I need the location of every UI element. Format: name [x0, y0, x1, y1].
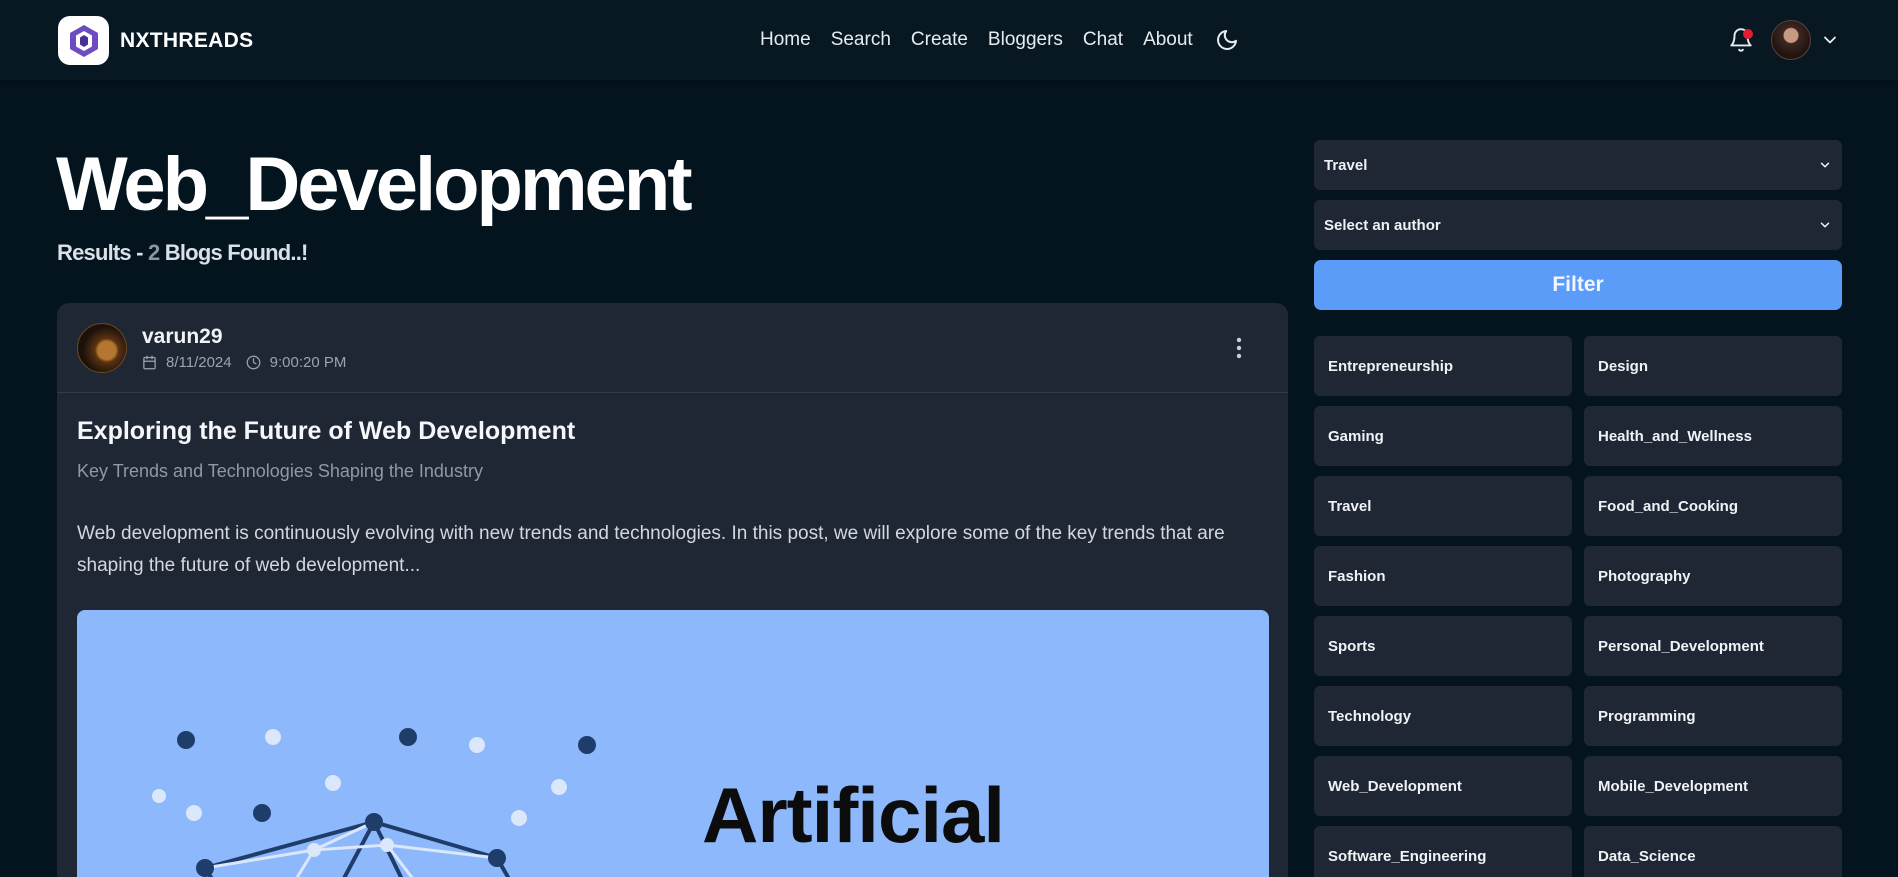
cover-image-text: Artificial [702, 771, 1005, 859]
category-gaming[interactable]: Gaming [1314, 406, 1572, 466]
nav-create[interactable]: Create [911, 29, 968, 51]
logo-icon [58, 16, 109, 65]
blog-card: varun29 8/11/2024 9:00:20 PM Exploring t… [57, 303, 1288, 877]
category-food-and-cooking[interactable]: Food_and_Cooking [1584, 476, 1842, 536]
blog-card-header: varun29 8/11/2024 9:00:20 PM [57, 303, 1288, 393]
category-web-development[interactable]: Web_Development [1314, 756, 1572, 816]
category-health-and-wellness[interactable]: Health_and_Wellness [1584, 406, 1842, 466]
category-personal-development[interactable]: Personal_Development [1584, 616, 1842, 676]
user-avatar[interactable] [1771, 20, 1811, 60]
post-subtitle: Key Trends and Technologies Shaping the … [77, 461, 483, 481]
brand[interactable]: NXTHREADS [58, 16, 253, 65]
category-entrepreneurship[interactable]: Entrepreneurship [1314, 336, 1572, 396]
category-fashion[interactable]: Fashion [1314, 546, 1572, 606]
nav-bloggers[interactable]: Bloggers [988, 29, 1063, 51]
nav-about[interactable]: About [1143, 29, 1193, 51]
results-summary: Results - 2 Blogs Found..! [57, 240, 308, 266]
category-data-science[interactable]: Data_Science [1584, 826, 1842, 877]
page-title: Web_Development [56, 142, 693, 227]
results-prefix: Results - [57, 240, 149, 265]
author-avatar[interactable] [77, 323, 127, 373]
post-excerpt: Web development is continuously evolving… [77, 523, 1225, 576]
theme-toggle-moon-icon[interactable] [1215, 28, 1239, 52]
category-sports[interactable]: Sports [1314, 616, 1572, 676]
category-programming[interactable]: Programming [1584, 686, 1842, 746]
chevron-down-icon [1820, 162, 1830, 168]
post-title[interactable]: Exploring the Future of Web Development [77, 417, 575, 446]
author-name[interactable]: varun29 [142, 325, 223, 349]
category-design[interactable]: Design [1584, 336, 1842, 396]
network-illustration [152, 728, 596, 877]
chevron-down-icon [1820, 222, 1830, 228]
notification-badge [1743, 29, 1753, 39]
nav-home[interactable]: Home [760, 29, 811, 51]
brand-name[interactable]: NXTHREADS [120, 29, 253, 53]
category-travel[interactable]: Travel [1314, 476, 1572, 536]
post-meta: 8/11/2024 9:00:20 PM [142, 354, 346, 371]
category-grid: Entrepreneurship Design Gaming Health_an… [1314, 336, 1842, 877]
post-cover-image[interactable]: Artificial [77, 610, 1269, 877]
author-select-value: Select an author [1324, 216, 1441, 234]
category-select[interactable]: Travel [1314, 140, 1842, 190]
category-mobile-development[interactable]: Mobile_Development [1584, 756, 1842, 816]
post-date: 8/11/2024 [166, 354, 232, 371]
post-time: 9:00:20 PM [269, 354, 347, 371]
nav-chat[interactable]: Chat [1083, 29, 1123, 51]
filter-button[interactable]: Filter [1314, 260, 1842, 310]
main-nav: Home Search Create Bloggers Chat About [760, 28, 1239, 52]
category-software-engineering[interactable]: Software_Engineering [1314, 826, 1572, 877]
results-count: 2 [148, 240, 160, 265]
chevron-down-icon[interactable] [1820, 30, 1840, 50]
category-select-value: Travel [1324, 156, 1368, 174]
more-options-icon[interactable] [1229, 335, 1249, 361]
nav-search[interactable]: Search [831, 29, 891, 51]
calendar-icon [143, 355, 156, 370]
clock-icon [246, 355, 260, 370]
top-navbar: NXTHREADS Home Search Create Bloggers Ch… [0, 0, 1898, 80]
results-suffix: Blogs Found..! [159, 240, 309, 265]
author-select[interactable]: Select an author [1314, 200, 1842, 250]
category-technology[interactable]: Technology [1314, 686, 1572, 746]
category-photography[interactable]: Photography [1584, 546, 1842, 606]
